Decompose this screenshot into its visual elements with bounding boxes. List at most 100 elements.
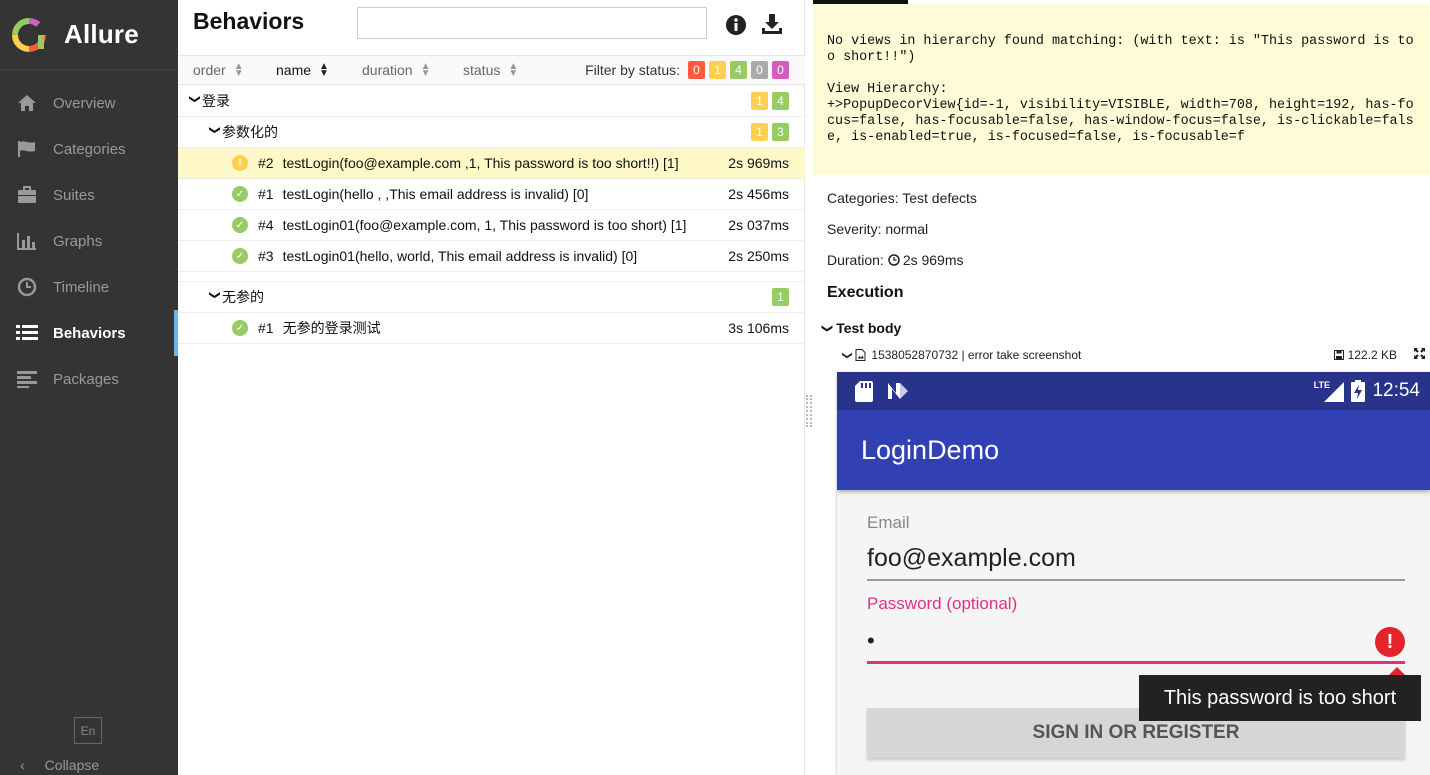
attachment-row[interactable]: ❯ 1538052870732 | error take screenshot …: [841, 348, 1427, 362]
group-counts: 1: [768, 288, 789, 306]
test-row[interactable]: ✓ #1 testLogin(hello , ,This email addre…: [178, 179, 805, 210]
test-number: #3: [258, 248, 274, 264]
sidebar-item-overview[interactable]: Overview: [0, 80, 178, 126]
categories-info: Categories: Test defects: [827, 190, 977, 206]
download-icon[interactable]: [760, 12, 784, 36]
password-label: Password (optional): [867, 594, 1018, 613]
signal-icon: [1324, 382, 1344, 405]
password-field: •: [867, 628, 875, 653]
tree-group[interactable]: ❯ 登录 1 4: [178, 86, 805, 117]
attachment-size-value: 122.2 KB: [1347, 348, 1397, 362]
clock-icon: [888, 254, 900, 266]
chevron-down-icon: ❯: [208, 125, 221, 135]
flag-icon: [16, 138, 38, 160]
test-row[interactable]: ✓ #4 testLogin01(foo@example.com, 1, Thi…: [178, 210, 805, 241]
sidebar-item-suites[interactable]: Suites: [0, 172, 178, 218]
step-test-body[interactable]: ❯ Test body: [821, 320, 901, 336]
test-name: testLogin01(foo@example.com, 1, This pas…: [282, 217, 687, 233]
filter-failed-badge[interactable]: 0: [688, 61, 705, 79]
attachment-name: 1538052870732 | error take screenshot: [871, 348, 1082, 362]
search-input[interactable]: [357, 7, 707, 39]
nav-menu: Overview Categories Suites Graphs Timeli…: [0, 80, 178, 402]
sidebar-item-timeline[interactable]: Timeline: [0, 264, 178, 310]
filter-skipped-badge[interactable]: 0: [751, 61, 768, 79]
sidebar-item-graphs[interactable]: Graphs: [0, 218, 178, 264]
group-counts: 1 3: [747, 123, 789, 141]
sort-status[interactable]: status ▲ ▼: [463, 62, 518, 79]
sort-name[interactable]: name ▲ ▼: [276, 62, 329, 79]
email-underline: [867, 579, 1405, 581]
briefcase-icon: [16, 184, 38, 206]
duration-label: Duration:: [827, 252, 884, 268]
error-alert-icon: !: [1375, 627, 1405, 657]
pane-splitter[interactable]: [805, 0, 813, 775]
sidebar-item-label: Timeline: [53, 278, 110, 296]
filter-passed-badge[interactable]: 4: [730, 61, 747, 79]
test-duration: 2s 037ms: [728, 217, 789, 233]
sidebar-item-label: Categories: [53, 140, 126, 158]
group-counts: 1 4: [747, 92, 789, 110]
filter-label: Filter by status:: [585, 62, 680, 78]
android-app-bar: LoginDemo: [837, 410, 1430, 490]
test-number: #1: [258, 186, 274, 202]
info-icon[interactable]: [726, 15, 746, 35]
test-duration: 2s 969ms: [728, 155, 789, 171]
language-button[interactable]: En: [74, 717, 102, 744]
chevron-down-icon: ❯: [821, 323, 834, 333]
test-name: testLogin(hello , ,This email address is…: [282, 186, 589, 202]
error-message: No views in hierarchy found matching: (w…: [813, 4, 1430, 175]
sort-duration[interactable]: duration ▲ ▼: [362, 61, 431, 79]
allure-logo-icon: [12, 17, 46, 52]
email-field: foo@example.com: [867, 544, 1076, 572]
battery-charging-icon: [1351, 380, 1365, 405]
test-row[interactable]: ! #2 testLogin(foo@example.com ,1, This …: [178, 148, 805, 179]
sidebar-item-label: Packages: [53, 370, 119, 388]
sidebar: Allure Overview Categories Suites Graphs: [0, 0, 178, 775]
list-icon: [16, 322, 38, 344]
test-row[interactable]: ✓ #1 无参的登录测试 3s 106ms: [178, 313, 805, 344]
severity-info: Severity: normal: [827, 221, 929, 237]
group-name: 参数化的: [222, 124, 278, 140]
android-n-icon: [887, 382, 909, 403]
test-number: #2: [258, 155, 274, 171]
tree-spacer: [178, 272, 805, 282]
sort-arrows-icon: ▲ ▼: [420, 61, 431, 79]
sidebar-item-label: Suites: [53, 186, 95, 204]
collapse-button[interactable]: ‹ Collapse: [20, 757, 99, 773]
brand[interactable]: Allure: [0, 0, 178, 70]
drag-handle-icon[interactable]: [806, 395, 812, 427]
chevron-down-icon: ❯: [841, 350, 853, 360]
duration-value: 2s 969ms: [902, 252, 964, 268]
collapse-label: Collapse: [44, 757, 100, 773]
attachment-screenshot: LTE 12:54 LoginDemo Email foo@example.co…: [837, 372, 1430, 775]
sidebar-item-categories[interactable]: Categories: [0, 126, 178, 172]
test-duration: 2s 456ms: [728, 186, 789, 202]
tree-group[interactable]: ❯ 无参的 1: [178, 282, 805, 313]
passed-count-badge: 1: [772, 288, 789, 306]
chevron-left-icon: ‹: [20, 757, 25, 773]
test-duration: 3s 106ms: [728, 320, 789, 336]
sidebar-item-behaviors[interactable]: Behaviors: [0, 310, 178, 356]
sidebar-item-packages[interactable]: Packages: [0, 356, 178, 402]
passed-count-badge: 3: [772, 123, 789, 141]
sort-name-label: name: [276, 62, 312, 78]
behaviors-pane: Behaviors order ▲ ▼ name ▲ ▼ duration ▲ ▼ s…: [178, 0, 805, 775]
passed-count-badge: 4: [772, 92, 789, 110]
sd-card-icon: [855, 381, 873, 405]
sort-bar: order ▲ ▼ name ▲ ▼ duration ▲ ▼ status ▲ ▼ F…: [178, 55, 805, 85]
test-name: testLogin01(hello, world, This email add…: [282, 248, 638, 264]
sort-duration-label: duration: [362, 62, 413, 78]
group-name: 登录: [202, 93, 230, 109]
sidebar-item-label: Graphs: [53, 232, 103, 250]
tree-group[interactable]: ❯ 参数化的 1 3: [178, 117, 805, 148]
test-number: #4: [258, 217, 274, 233]
align-left-icon: [16, 368, 38, 390]
app-name: Allure: [64, 19, 139, 49]
test-row[interactable]: ✓ #3 testLogin01(hello, world, This emai…: [178, 241, 805, 272]
status-filter: Filter by status: 0 1 4 0 0: [585, 61, 789, 79]
broken-count-badge: 1: [751, 92, 768, 110]
filter-broken-badge[interactable]: 1: [709, 61, 726, 79]
expand-icon[interactable]: [1414, 348, 1425, 362]
filter-unknown-badge[interactable]: 0: [772, 61, 789, 79]
sort-order[interactable]: order ▲ ▼: [193, 62, 244, 79]
